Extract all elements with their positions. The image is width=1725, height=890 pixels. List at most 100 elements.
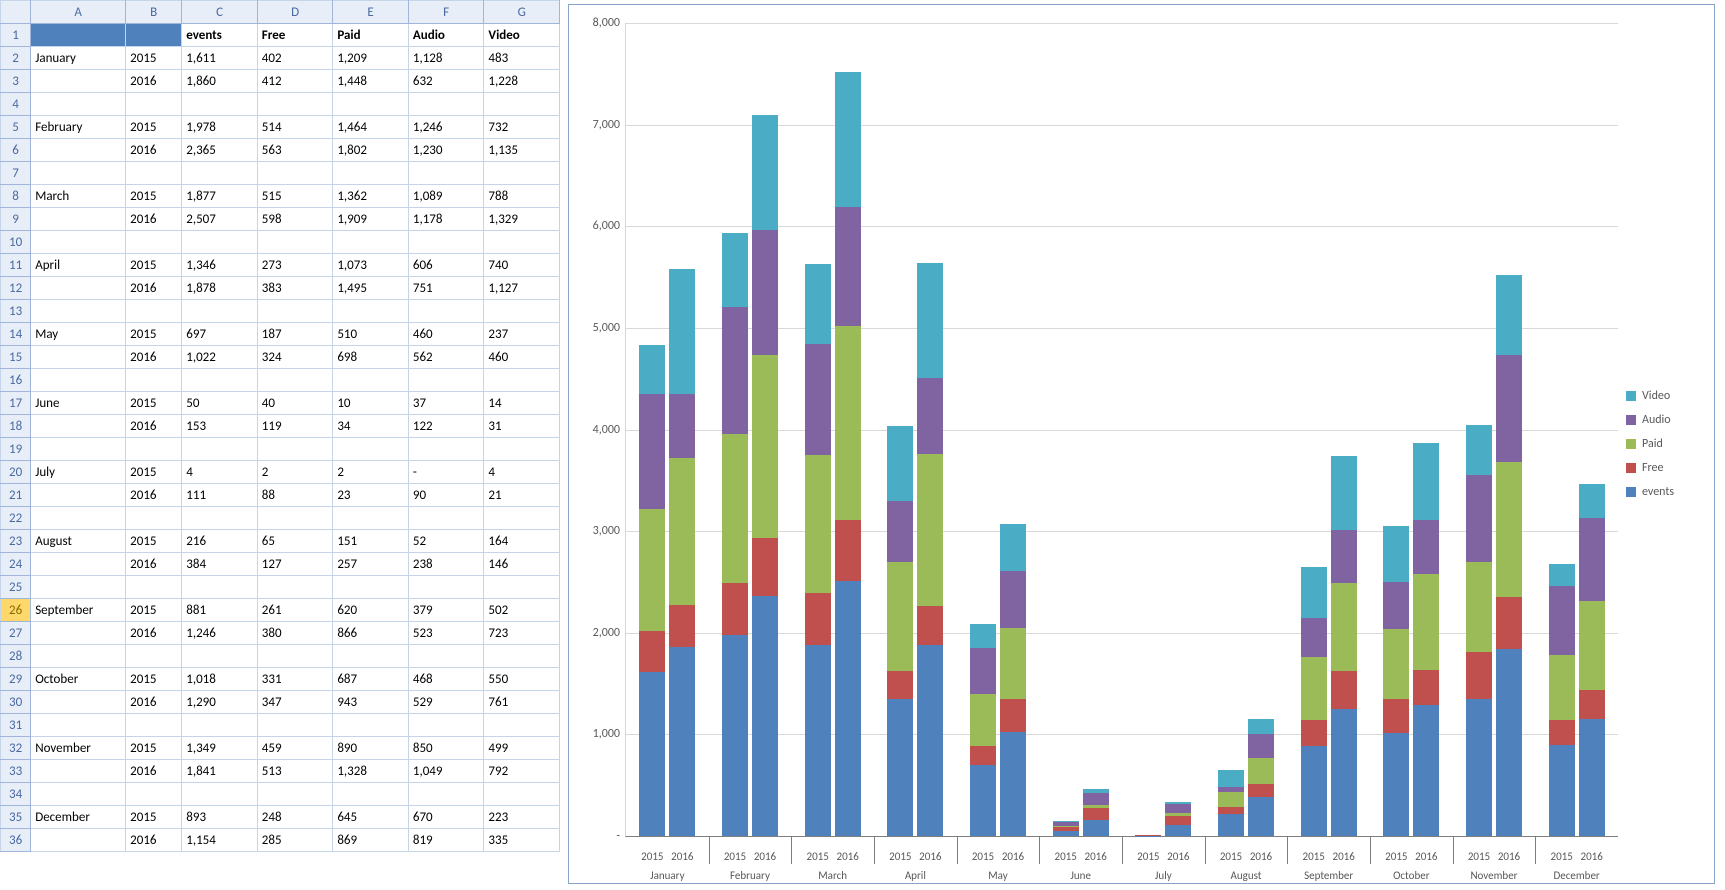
row-header[interactable]: 29 (1, 668, 31, 691)
cell[interactable] (257, 507, 333, 530)
cell[interactable]: 119 (257, 415, 333, 438)
stacked-bar[interactable] (1413, 443, 1439, 836)
row-header[interactable]: 33 (1, 760, 31, 783)
table-row[interactable]: 2January20151,6114021,2091,128483 (1, 47, 560, 70)
cell[interactable] (31, 162, 126, 185)
cell[interactable]: 2015 (126, 530, 182, 553)
cell[interactable]: 2016 (126, 484, 182, 507)
row-header[interactable]: 13 (1, 300, 31, 323)
row-header[interactable]: 21 (1, 484, 31, 507)
cell[interactable]: 1,230 (408, 139, 484, 162)
stacked-bar[interactable] (1301, 567, 1327, 836)
cell[interactable]: 2016 (126, 760, 182, 783)
table-row[interactable]: 32November20151,349459890850499 (1, 737, 560, 760)
cell[interactable]: April (31, 254, 126, 277)
stacked-bar[interactable] (639, 345, 665, 836)
cell[interactable]: 1,073 (333, 254, 409, 277)
cell[interactable]: 751 (408, 277, 484, 300)
cell[interactable]: 273 (257, 254, 333, 277)
cell[interactable]: 23 (333, 484, 409, 507)
cell[interactable] (31, 70, 126, 93)
cell[interactable]: 1,246 (182, 622, 258, 645)
cell[interactable] (257, 231, 333, 254)
cell[interactable]: 111 (182, 484, 258, 507)
cell[interactable] (31, 507, 126, 530)
cell[interactable]: 384 (182, 553, 258, 576)
cell[interactable] (257, 714, 333, 737)
column-header-row[interactable]: A B C D E F G (1, 1, 560, 24)
cell[interactable]: 383 (257, 277, 333, 300)
cell[interactable]: 412 (257, 70, 333, 93)
cell[interactable]: 4 (182, 461, 258, 484)
cell[interactable] (484, 576, 560, 599)
table-row[interactable]: 11April20151,3462731,073606740 (1, 254, 560, 277)
cell[interactable] (182, 714, 258, 737)
cell[interactable]: 261 (257, 599, 333, 622)
stacked-bar[interactable] (805, 264, 831, 836)
cell[interactable]: 740 (484, 254, 560, 277)
cell[interactable]: 606 (408, 254, 484, 277)
row-header[interactable]: 25 (1, 576, 31, 599)
cell[interactable] (333, 231, 409, 254)
stacked-bar[interactable] (1053, 821, 1079, 836)
cell[interactable]: 88 (257, 484, 333, 507)
stacked-bar[interactable] (669, 269, 695, 836)
table-row[interactable]: 5February20151,9785141,4641,246732 (1, 116, 560, 139)
cell[interactable]: 513 (257, 760, 333, 783)
cell[interactable] (333, 507, 409, 530)
cell[interactable] (257, 438, 333, 461)
cell[interactable] (31, 829, 126, 852)
cell[interactable]: 2015 (126, 47, 182, 70)
cell[interactable]: 2016 (126, 277, 182, 300)
col-C[interactable]: C (182, 1, 258, 24)
cell[interactable]: 2 (257, 461, 333, 484)
cell[interactable]: Free (257, 24, 333, 47)
cell[interactable] (408, 93, 484, 116)
cell[interactable]: 1,448 (333, 70, 409, 93)
cell[interactable] (31, 553, 126, 576)
cell[interactable]: 510 (333, 323, 409, 346)
table-row[interactable]: 23August20152166515152164 (1, 530, 560, 553)
row-header[interactable]: 24 (1, 553, 31, 576)
cell[interactable]: 1,290 (182, 691, 258, 714)
cell[interactable] (182, 300, 258, 323)
cell[interactable]: 52 (408, 530, 484, 553)
cell[interactable] (408, 507, 484, 530)
cell[interactable] (484, 369, 560, 392)
cell[interactable]: 697 (182, 323, 258, 346)
cell[interactable]: 1,228 (484, 70, 560, 93)
cell[interactable]: March (31, 185, 126, 208)
cell[interactable]: 146 (484, 553, 560, 576)
table-row[interactable]: 242016384127257238146 (1, 553, 560, 576)
stacked-bar[interactable] (1496, 275, 1522, 836)
cell[interactable] (257, 645, 333, 668)
cell[interactable] (126, 645, 182, 668)
cell[interactable]: 380 (257, 622, 333, 645)
cell[interactable]: 127 (257, 553, 333, 576)
cell[interactable] (182, 231, 258, 254)
cell[interactable]: 1,841 (182, 760, 258, 783)
cell[interactable]: 515 (257, 185, 333, 208)
cell[interactable]: 2016 (126, 553, 182, 576)
cell[interactable]: 21 (484, 484, 560, 507)
table-row[interactable]: 7 (1, 162, 560, 185)
cell[interactable]: 1,135 (484, 139, 560, 162)
cell[interactable]: 1,611 (182, 47, 258, 70)
row-header[interactable]: 12 (1, 277, 31, 300)
table-row[interactable]: 920162,5075981,9091,1781,329 (1, 208, 560, 231)
table-row[interactable]: 25 (1, 576, 560, 599)
col-B[interactable]: B (126, 1, 182, 24)
cell[interactable] (408, 300, 484, 323)
cell[interactable]: 1,022 (182, 346, 258, 369)
cell[interactable] (31, 622, 126, 645)
cell[interactable]: 2016 (126, 622, 182, 645)
cell[interactable]: 562 (408, 346, 484, 369)
cell[interactable]: 502 (484, 599, 560, 622)
stacked-bar[interactable] (1248, 719, 1274, 836)
cell[interactable]: 2016 (126, 691, 182, 714)
cell[interactable]: 238 (408, 553, 484, 576)
cell[interactable] (257, 162, 333, 185)
cell[interactable]: 2015 (126, 116, 182, 139)
cell[interactable] (484, 645, 560, 668)
cell[interactable] (31, 231, 126, 254)
